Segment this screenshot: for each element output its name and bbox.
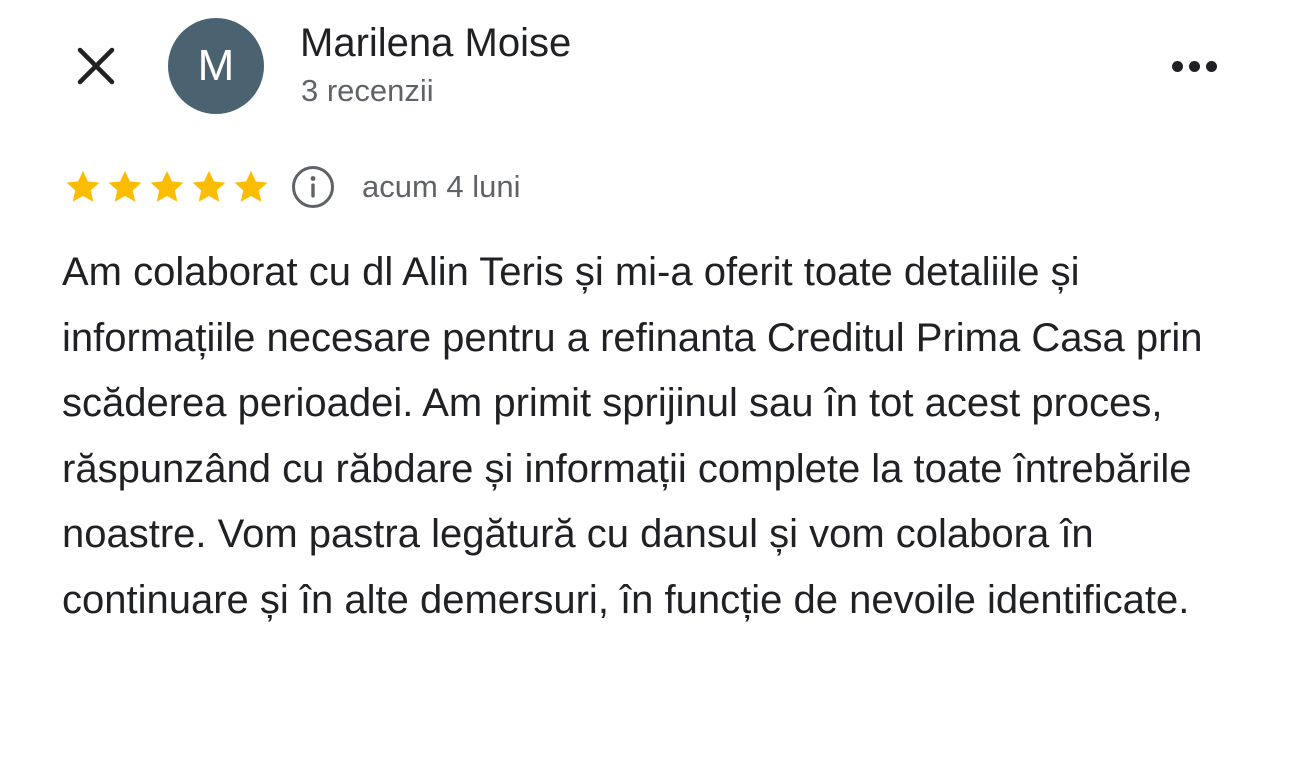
star-icon: [108, 170, 142, 202]
more-horizontal-icon: [1171, 60, 1183, 72]
more-options-button[interactable]: [1162, 44, 1226, 88]
more-horizontal-icon-dot: [1205, 60, 1217, 72]
star-icon: [234, 170, 268, 202]
rating-row: acum 4 luni: [62, 164, 521, 210]
info-icon[interactable]: [290, 164, 336, 210]
star-rating: [62, 167, 272, 207]
close-button[interactable]: [70, 40, 122, 92]
star-icon: [192, 170, 226, 202]
star-icon: [66, 170, 100, 202]
avatar-letter: M: [197, 41, 235, 90]
more-horizontal-icon-dot: [1188, 60, 1200, 72]
review-text: Am colaborat cu dl Alin Teris și mi-a of…: [62, 250, 1203, 622]
review-time: acum 4 luni: [362, 169, 521, 204]
star-icon: [150, 170, 184, 202]
author-review-count: 3 recenzii: [301, 73, 434, 108]
author-name[interactable]: Marilena Moise: [300, 20, 571, 66]
avatar[interactable]: M: [168, 18, 264, 114]
close-icon: [77, 47, 115, 85]
